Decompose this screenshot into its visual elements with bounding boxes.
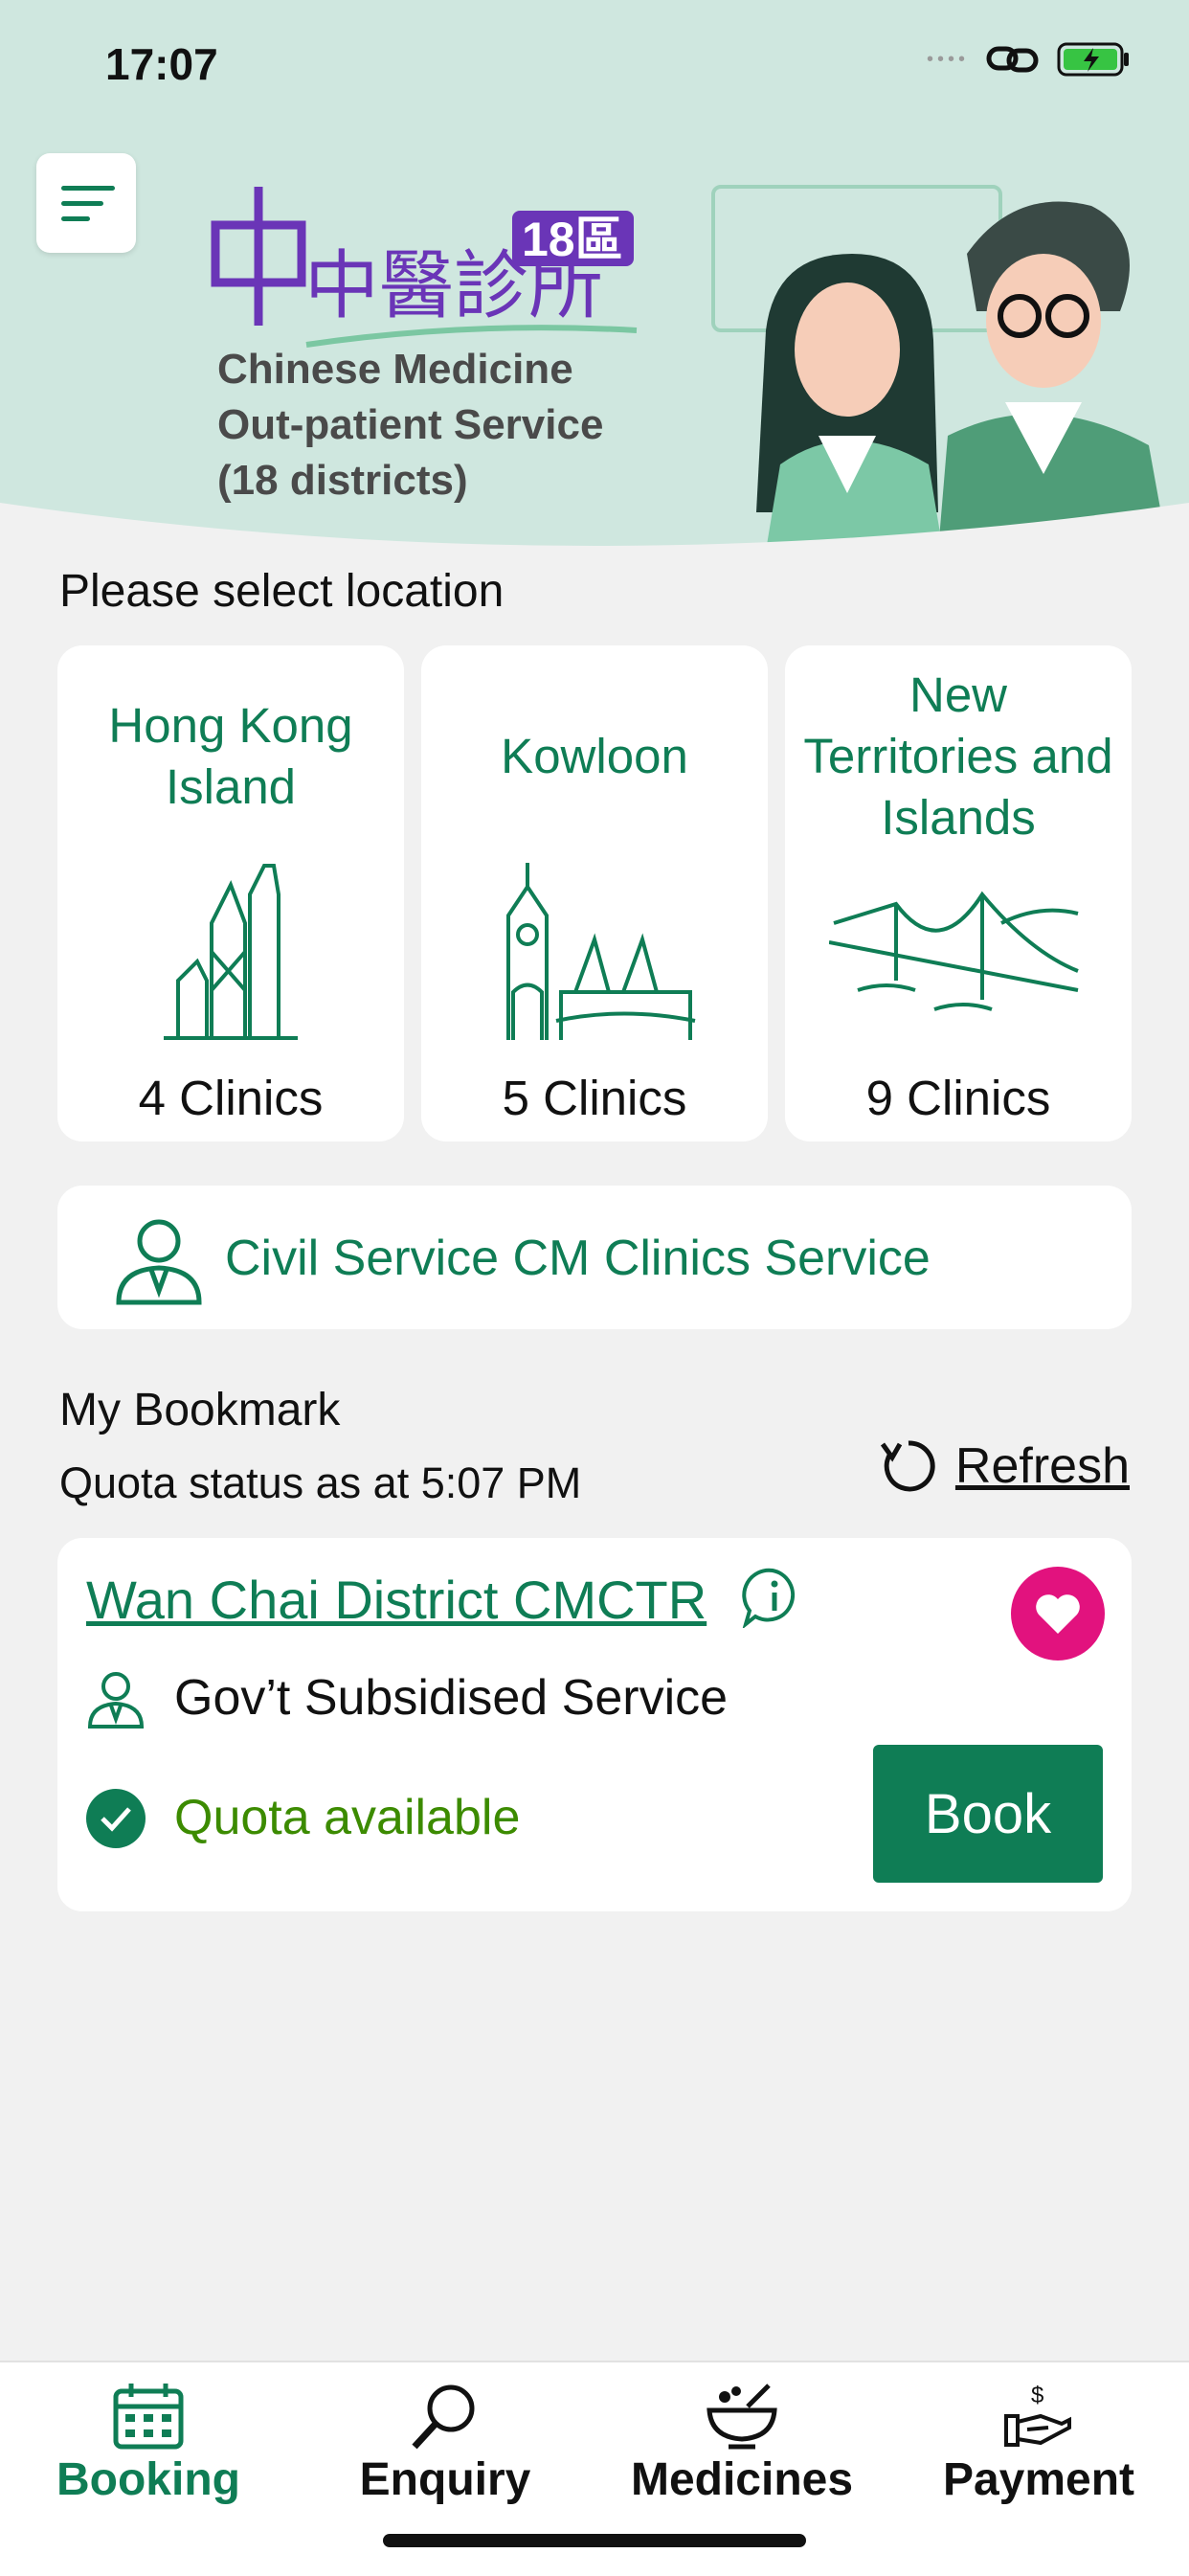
menu-line-icon xyxy=(61,200,103,206)
signal-icon: •••• xyxy=(926,48,969,70)
payment-hand-icon: $ xyxy=(1004,2383,1071,2447)
region-name: Kowloon xyxy=(421,726,768,787)
tab-payment[interactable]: $ Payment xyxy=(890,2362,1187,2554)
region-name-line: Kowloon xyxy=(501,729,688,783)
logo-badge: 18區 xyxy=(522,213,623,266)
bridge-icon xyxy=(829,891,1079,1011)
region-name: New Territories and Islands xyxy=(785,665,1132,848)
battery-icon xyxy=(1057,42,1129,77)
region-clinic-count: 4 Clinics xyxy=(138,1071,324,1125)
logo-caption-line: Chinese Medicine xyxy=(217,346,573,393)
bookmark-title: My Bookmark xyxy=(59,1385,341,1435)
info-bubble-icon[interactable] xyxy=(742,1567,803,1628)
tab-enquiry[interactable]: Enquiry xyxy=(297,2362,594,2554)
tab-label: Booking xyxy=(56,2454,240,2505)
bookmark-heart-button[interactable] xyxy=(1011,1567,1105,1661)
status-time: 17:07 xyxy=(105,39,218,89)
region-card-kowloon[interactable]: Kowloon 5 Clinics xyxy=(421,645,768,1141)
region-clinic-count: 5 Clinics xyxy=(502,1071,687,1125)
tab-label: Payment xyxy=(942,2454,1135,2505)
header-wave xyxy=(0,503,1189,551)
tab-booking[interactable]: Booking xyxy=(0,2362,297,2554)
location-section-title: Please select location xyxy=(59,566,505,617)
clinic-name-link[interactable]: Wan Chai District CMCTR xyxy=(86,1569,707,1631)
quota-timestamp: Quota status as at 5:07 PM xyxy=(59,1458,582,1507)
person-tie-icon xyxy=(87,1672,145,1729)
region-name: Hong Kong Island xyxy=(57,695,404,818)
region-name-line: Territories and xyxy=(803,729,1113,783)
civil-service-button[interactable]: Civil Service CM Clinics Service xyxy=(57,1186,1132,1329)
refresh-icon xyxy=(880,1440,935,1492)
region-name-line: New xyxy=(909,667,1008,722)
region-clinic-count: 9 Clinics xyxy=(865,1071,1051,1125)
home-indicator xyxy=(383,2534,806,2547)
book-button[interactable]: Book xyxy=(873,1745,1103,1883)
menu-line-icon xyxy=(61,215,90,221)
person-tie-icon xyxy=(116,1219,202,1305)
region-card-new-territories-islands[interactable]: New Territories and Islands 9 Clinics xyxy=(785,645,1132,1141)
region-name-line: Islands xyxy=(881,790,1036,845)
region-name-line: Island xyxy=(165,759,297,814)
skyscrapers-icon xyxy=(164,864,298,1040)
refresh-label: Refresh xyxy=(954,1438,1130,1494)
calendar-icon xyxy=(113,2384,184,2450)
menu-line-icon xyxy=(61,185,115,191)
app-header: 中醫診所 18區 Chinese Medicine Out-patient Se… xyxy=(0,129,1189,551)
quota-status-label: Quota available xyxy=(174,1790,521,1845)
svg-text:$: $ xyxy=(1031,2383,1043,2408)
civil-service-label: Civil Service CM Clinics Service xyxy=(225,1231,931,1286)
status-icons: •••• xyxy=(927,40,1132,79)
menu-button[interactable] xyxy=(36,153,136,253)
logo-caption-line: Out-patient Service xyxy=(217,401,604,448)
tab-medicines[interactable]: Medicines xyxy=(594,2362,890,2554)
link-icon xyxy=(986,46,1039,73)
tab-label: Enquiry xyxy=(359,2454,531,2505)
check-icon xyxy=(86,1789,146,1848)
heart-icon xyxy=(1036,1594,1080,1634)
refresh-button[interactable]: Refresh xyxy=(879,1436,1130,1496)
magnifier-icon xyxy=(412,2384,475,2450)
bookmark-card: Wan Chai District CMCTR Gov’t Subsidised… xyxy=(57,1538,1132,1911)
clock-tower-icon xyxy=(506,863,696,1040)
region-name-line: Hong Kong xyxy=(108,698,353,753)
tab-label: Medicines xyxy=(630,2454,854,2505)
herb-bowl-icon xyxy=(707,2384,777,2450)
region-card-hong-kong-island[interactable]: Hong Kong Island 4 Clinics xyxy=(57,645,404,1141)
status-bar: 17:07 •••• xyxy=(0,0,1189,129)
service-type-label: Gov’t Subsidised Service xyxy=(174,1670,729,1726)
